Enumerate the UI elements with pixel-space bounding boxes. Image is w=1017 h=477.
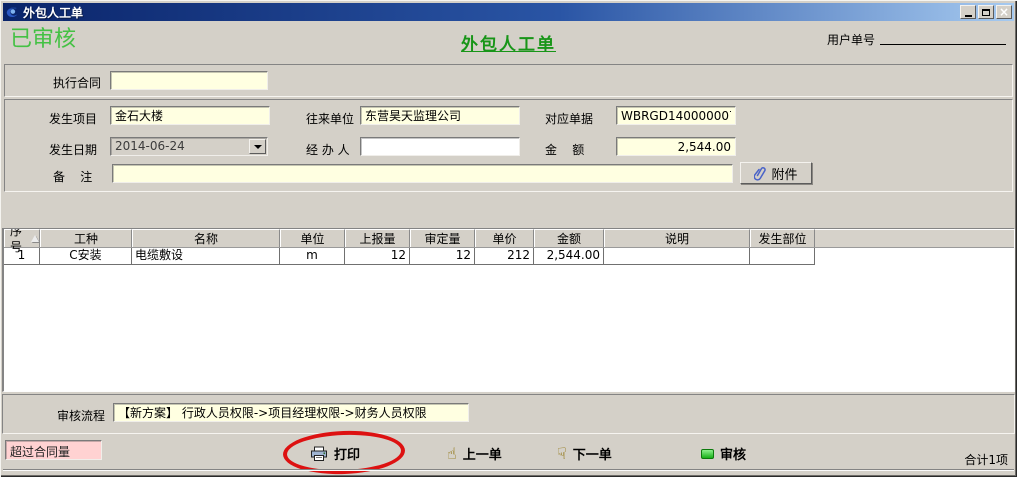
- app-window: 外包人工单 × 已审核 外包人工单 用户单号 执行合同 发生项目 往来单位 对应…: [0, 0, 1017, 477]
- date-combobox[interactable]: 2014-06-24: [110, 137, 268, 156]
- date-label: 发生日期: [49, 141, 97, 158]
- audit-button[interactable]: 审核: [701, 444, 746, 463]
- maximize-button[interactable]: [978, 5, 994, 19]
- partner-label: 往来单位: [306, 110, 354, 127]
- column-header-seq[interactable]: 序号: [4, 229, 40, 247]
- print-button[interactable]: 打印: [310, 444, 360, 463]
- column-header-approved-qty[interactable]: 审定量: [410, 229, 475, 247]
- grid-header-row: 序号 工种 名称 单位 上报量 审定量 单价 金额 说明 发生部位: [4, 229, 1014, 248]
- column-header-reported-qty[interactable]: 上报量: [345, 229, 410, 247]
- next-order-button[interactable]: ☟ 下一单: [557, 444, 612, 463]
- cell-reported-qty: 12: [345, 248, 410, 265]
- amount-label: 金 额: [545, 141, 584, 158]
- handler-field[interactable]: [360, 137, 520, 156]
- warning-message: 超过合同量: [5, 440, 102, 460]
- cell-description: [604, 248, 750, 265]
- cell-seq: 1: [4, 248, 40, 265]
- amount-field[interactable]: [616, 137, 736, 156]
- minimize-icon: [965, 15, 972, 17]
- sort-ascending-icon: [31, 235, 39, 242]
- attachment-button-label: 附件: [771, 164, 797, 183]
- column-header-unit[interactable]: 单位: [280, 229, 345, 247]
- paperclip-icon: [754, 166, 766, 181]
- grid-header-filler: [815, 229, 1014, 247]
- review-flow-field[interactable]: [113, 403, 469, 422]
- remark-field[interactable]: [112, 164, 733, 183]
- column-header-worktype[interactable]: 工种: [40, 229, 132, 247]
- total-count: 合计1项: [964, 451, 1008, 468]
- audit-button-label: 审核: [720, 444, 746, 463]
- date-dropdown-button[interactable]: [249, 139, 266, 154]
- table-row[interactable]: 1 C安装 电缆敷设 m 12 12 212 2,544.00: [4, 248, 1014, 265]
- printer-icon: [310, 446, 328, 462]
- project-field[interactable]: [110, 106, 270, 125]
- close-button[interactable]: ×: [996, 5, 1012, 19]
- previous-order-label: 上一单: [463, 444, 502, 463]
- contract-label: 执行合同: [53, 74, 101, 91]
- title-bar: 外包人工单 ×: [3, 3, 1014, 21]
- green-status-icon: [701, 449, 714, 459]
- contract-field[interactable]: [110, 71, 268, 90]
- hand-down-icon: ☟: [557, 446, 567, 462]
- print-button-label: 打印: [334, 444, 360, 463]
- doc-label: 对应单据: [545, 110, 593, 127]
- review-flow-label: 审核流程: [57, 407, 105, 424]
- column-header-name[interactable]: 名称: [132, 229, 280, 247]
- detail-grid: 序号 工种 名称 单位 上报量 审定量 单价 金额 说明 发生部位 1 C安装 …: [2, 228, 1015, 392]
- close-icon: ×: [999, 6, 1009, 18]
- user-order-underline: [880, 28, 1006, 45]
- window-title: 外包人工单: [23, 4, 958, 21]
- cell-unit: m: [280, 248, 345, 265]
- handler-label: 经 办 人: [306, 141, 350, 158]
- next-order-label: 下一单: [573, 444, 612, 463]
- attachment-button[interactable]: 附件: [740, 162, 812, 184]
- cell-worktype: C安装: [40, 248, 132, 265]
- doc-field[interactable]: [616, 106, 736, 125]
- column-header-amount[interactable]: 金额: [534, 229, 604, 247]
- cell-approved-qty: 12: [410, 248, 475, 265]
- user-order-label: 用户单号: [827, 31, 875, 48]
- hand-up-icon: ☝: [447, 446, 457, 462]
- maximize-icon: [982, 9, 990, 16]
- project-label: 发生项目: [49, 110, 97, 127]
- cell-location: [750, 248, 815, 265]
- bottom-divider: [3, 469, 1014, 471]
- chevron-down-icon: [254, 145, 262, 149]
- cell-unit-price: 212: [475, 248, 534, 265]
- column-header-location[interactable]: 发生部位: [750, 229, 815, 247]
- cell-amount: 2,544.00: [534, 248, 604, 265]
- date-value: 2014-06-24: [115, 139, 185, 153]
- cell-name: 电缆敷设: [132, 248, 280, 265]
- partner-field[interactable]: [360, 106, 520, 125]
- app-icon: [5, 5, 19, 19]
- remark-label: 备 注: [53, 168, 92, 185]
- minimize-button[interactable]: [960, 5, 976, 19]
- column-header-unit-price[interactable]: 单价: [475, 229, 534, 247]
- previous-order-button[interactable]: ☝ 上一单: [447, 444, 502, 463]
- column-header-description[interactable]: 说明: [604, 229, 750, 247]
